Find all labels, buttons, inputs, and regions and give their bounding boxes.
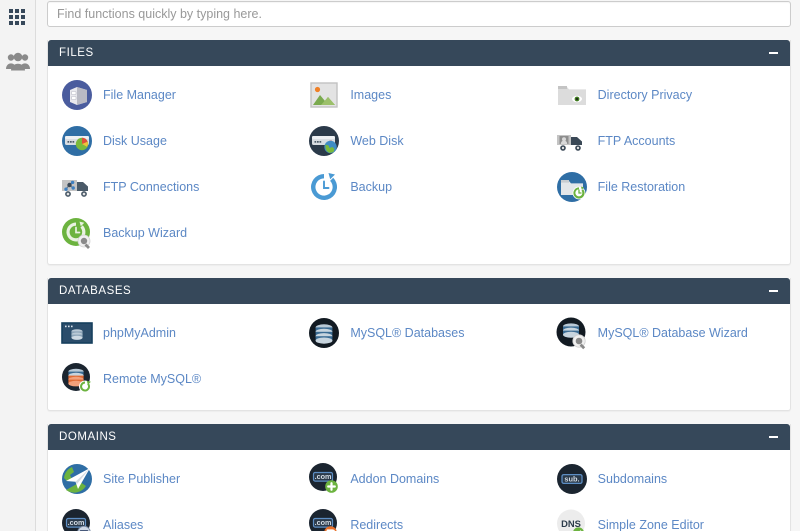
cpanel-page: FILES File Manager Images Directory Privacy… (0, 0, 800, 531)
ftp-accounts-icon (555, 124, 589, 158)
sections-container: FILES File Manager Images Directory Privacy… (46, 40, 790, 531)
site-publisher-icon (60, 462, 94, 496)
feature-item[interactable]: Disk Usage (48, 118, 295, 164)
section-header[interactable]: FILES (48, 40, 790, 66)
aliases-icon: .com (60, 508, 94, 531)
disk-usage-icon (60, 124, 94, 158)
left-sidebar (0, 0, 36, 531)
remote-mysql-icon (60, 362, 94, 396)
subdomains-icon: sub. (555, 462, 589, 496)
feature-item-label: Disk Usage (103, 134, 167, 149)
backup-wizard-icon (60, 216, 94, 250)
feature-item-label: Site Publisher (103, 472, 180, 487)
section-panel: DATABASES phpMyAdmin MySQL® Databases MySQL… (47, 278, 791, 411)
feature-item[interactable]: Backup Wizard (48, 210, 295, 256)
feature-item[interactable]: Web Disk (295, 118, 542, 164)
file-manager-icon (60, 78, 94, 112)
phpmyadmin-icon (60, 316, 94, 350)
feature-item-label: MySQL® Databases (350, 326, 464, 341)
feature-item-label: Web Disk (350, 134, 403, 149)
feature-item[interactable]: phpMyAdmin (48, 310, 295, 356)
feature-item-label: Subdomains (598, 472, 668, 487)
feature-item[interactable]: .com Redirects (295, 502, 542, 531)
feature-item-label: Directory Privacy (598, 88, 692, 103)
redirects-icon: .com (307, 508, 341, 531)
users-icon[interactable] (0, 44, 36, 80)
section-panel: FILES File Manager Images Directory Privacy… (47, 40, 791, 265)
ftp-connections-icon (60, 170, 94, 204)
section-title: FILES (59, 47, 94, 59)
addon-domains-icon: .com (307, 462, 341, 496)
web-disk-icon (307, 124, 341, 158)
file-restoration-icon (555, 170, 589, 204)
feature-item[interactable]: Directory Privacy (543, 72, 790, 118)
section-title: DOMAINS (59, 431, 117, 443)
feature-item[interactable]: Backup (295, 164, 542, 210)
feature-item[interactable]: .com Addon Domains (295, 456, 542, 502)
feature-item-label: Aliases (103, 518, 143, 531)
section-title: DATABASES (59, 285, 131, 297)
feature-item-label: MySQL® Database Wizard (598, 326, 748, 341)
simple-zone-editor-icon: DNS (555, 508, 589, 531)
mysql-databases-icon (307, 316, 341, 350)
feature-item[interactable]: Images (295, 72, 542, 118)
section-items: Site Publisher .com Addon Domains sub. Subdo… (48, 450, 790, 531)
section-header[interactable]: DOMAINS (48, 424, 790, 450)
feature-item-label: Redirects (350, 518, 403, 531)
feature-item-label: FTP Accounts (598, 134, 676, 149)
svg-text:.com: .com (315, 472, 332, 481)
feature-item-label: Backup (350, 180, 392, 195)
feature-item[interactable]: FTP Accounts (543, 118, 790, 164)
feature-item-label: Addon Domains (350, 472, 439, 487)
main-content: FILES File Manager Images Directory Privacy… (36, 0, 800, 531)
feature-item-label: Images (350, 88, 391, 103)
feature-item[interactable]: sub. Subdomains (543, 456, 790, 502)
svg-text:.com: .com (315, 518, 332, 527)
feature-item[interactable]: DNS Simple Zone Editor (543, 502, 790, 531)
svg-text:.com: .com (68, 518, 85, 527)
feature-item[interactable]: File Manager (48, 72, 295, 118)
mysql-wizard-icon (555, 316, 589, 350)
section-header[interactable]: DATABASES (48, 278, 790, 304)
svg-text:sub.: sub. (564, 474, 579, 483)
svg-text:DNS: DNS (561, 518, 581, 529)
feature-item-label: Backup Wizard (103, 226, 187, 241)
feature-item-label: FTP Connections (103, 180, 199, 195)
feature-item[interactable]: File Restoration (543, 164, 790, 210)
section-panel: DOMAINS Site Publisher .com Addon Domains su… (47, 424, 791, 531)
backup-icon (307, 170, 341, 204)
collapse-section-button[interactable] (765, 283, 781, 299)
collapse-section-button[interactable] (765, 45, 781, 61)
search-bar (46, 1, 790, 27)
feature-item[interactable]: Remote MySQL® (48, 356, 295, 402)
feature-item[interactable]: Site Publisher (48, 456, 295, 502)
section-items: phpMyAdmin MySQL® Databases MySQL® Databas… (48, 304, 790, 410)
feature-item-label: File Restoration (598, 180, 686, 195)
feature-item-label: File Manager (103, 88, 176, 103)
collapse-section-button[interactable] (765, 429, 781, 445)
images-icon (307, 78, 341, 112)
search-input[interactable] (47, 1, 791, 27)
feature-item[interactable]: MySQL® Database Wizard (543, 310, 790, 356)
apps-grid-icon[interactable] (0, 0, 36, 36)
feature-item[interactable]: FTP Connections (48, 164, 295, 210)
feature-item-label: Remote MySQL® (103, 372, 201, 387)
feature-item-label: Simple Zone Editor (598, 518, 704, 531)
section-items: File Manager Images Directory Privacy Disk … (48, 66, 790, 264)
feature-item[interactable]: .com Aliases (48, 502, 295, 531)
feature-item-label: phpMyAdmin (103, 326, 176, 341)
directory-privacy-icon (555, 78, 589, 112)
feature-item[interactable]: MySQL® Databases (295, 310, 542, 356)
